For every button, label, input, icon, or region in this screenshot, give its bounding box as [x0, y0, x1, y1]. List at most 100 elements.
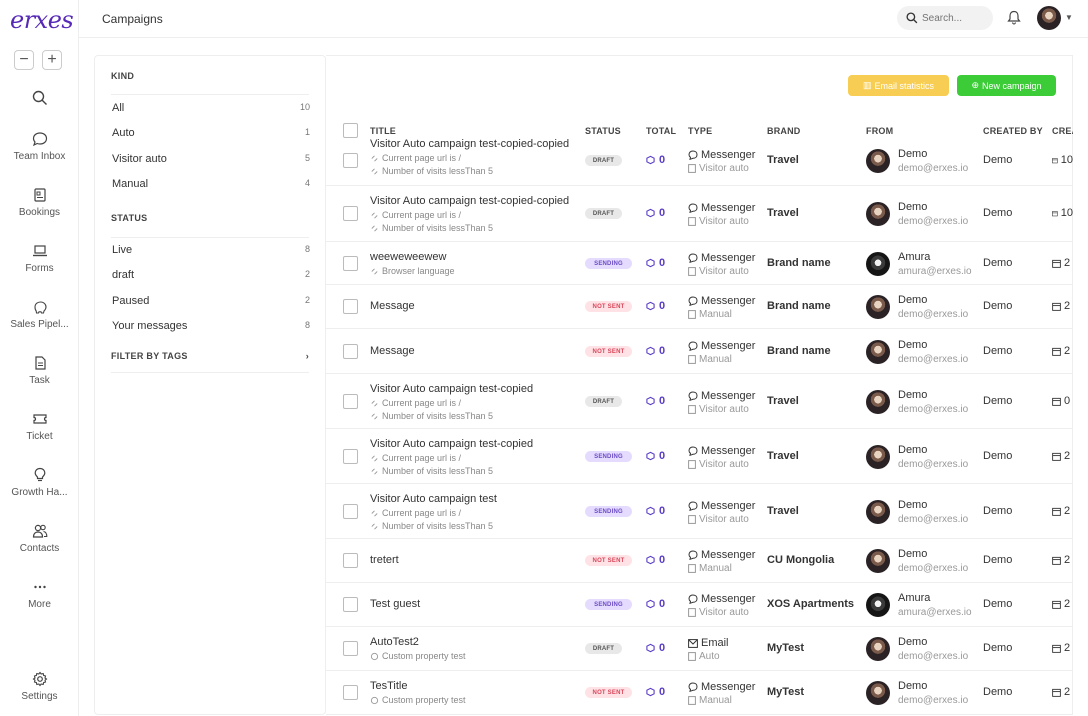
kind-label: Manual [699, 563, 732, 574]
campaign-title[interactable]: Message [370, 300, 415, 312]
document-icon [688, 696, 696, 705]
type-label: Messenger [701, 202, 756, 214]
row-checkbox[interactable] [343, 256, 358, 271]
link-icon [371, 154, 378, 162]
table-row[interactable]: Visitor Auto campaign test-copied-copied… [326, 186, 1073, 242]
zoom-out-button[interactable]: − [14, 50, 34, 70]
filter-kind-auto[interactable]: Auto 1 [112, 127, 310, 139]
nav-search[interactable] [0, 90, 79, 110]
row-checkbox[interactable] [343, 449, 358, 464]
nav-ticket[interactable]: Ticket [0, 411, 79, 442]
nav-growth-hacking[interactable]: Growth Ha... [0, 467, 79, 498]
column-status[interactable]: STATUS [585, 126, 621, 136]
nav-label: Growth Ha... [11, 487, 68, 498]
filter-kind-visitor-auto[interactable]: Visitor auto 5 [112, 153, 310, 165]
brand-name: Travel [767, 395, 799, 407]
filter-status-live[interactable]: Live 8 [112, 244, 310, 256]
nav-team-inbox[interactable]: Team Inbox [0, 131, 79, 162]
rule-label: Number of visits lessThan 5 [382, 223, 494, 233]
table-row[interactable]: Visitor Auto campaign test-copied Current… [326, 374, 1073, 429]
status-badge: NOT SENT [585, 687, 632, 698]
created-by: Demo [983, 598, 1013, 610]
campaign-title[interactable]: weeweweewew [370, 251, 446, 263]
table-row[interactable]: tretert NOT SENT 0 Messenger Manual CU Mongol… [326, 539, 1073, 583]
filter-kind-all[interactable]: All 10 [112, 102, 310, 114]
email-statistics-button[interactable]: ▥ Email statistics [848, 75, 949, 96]
column-created-by[interactable]: CREATED BY [983, 126, 1043, 136]
filter-status-paused[interactable]: Paused 2 [112, 295, 310, 307]
campaign-title[interactable]: Visitor Auto campaign test-copied [370, 383, 533, 395]
filter-status-draft[interactable]: draft 2 [112, 269, 310, 281]
nav-contacts[interactable]: Contacts [0, 523, 79, 554]
row-checkbox[interactable] [343, 344, 358, 359]
from-email: demo@erxes.io [898, 459, 969, 470]
campaign-title[interactable]: Visitor Auto campaign test-copied-copied [370, 195, 569, 207]
table-row[interactable]: Message NOT SENT 0 Messenger Manual Brand nam… [326, 329, 1073, 374]
campaign-title[interactable]: Message [370, 345, 415, 357]
filter-status-your-messages[interactable]: Your messages 8 [112, 320, 310, 332]
table-row[interactable]: Visitor Auto campaign test-copied Current… [326, 429, 1073, 484]
table-row[interactable]: weeweweewew Browser language SENDING 0 Messe… [326, 242, 1073, 285]
row-checkbox[interactable] [343, 553, 358, 568]
nav-task[interactable]: Task [0, 355, 79, 386]
nav-settings[interactable]: Settings [0, 671, 79, 702]
table-row[interactable]: AutoTest2 Custom property test DRAFT 0 Email… [326, 627, 1073, 671]
campaign-kind: Manual [688, 354, 732, 365]
table-row[interactable]: Message NOT SENT 0 Messenger Manual Brand nam… [326, 285, 1073, 329]
column-from[interactable]: FROM [866, 126, 893, 136]
chevron-down-icon[interactable]: ▼ [1065, 13, 1073, 22]
user-avatar[interactable] [1037, 6, 1061, 30]
column-total[interactable]: TOTAL [646, 126, 676, 136]
divider [111, 372, 309, 373]
column-type[interactable]: TYPE [688, 126, 712, 136]
settings-icon [370, 652, 379, 660]
zoom-in-button[interactable]: + [42, 50, 62, 70]
table-row[interactable]: Visitor Auto campaign test-copied-copied… [326, 136, 1073, 186]
total-count: 0 [646, 450, 665, 462]
column-title[interactable]: TITLE [370, 126, 396, 136]
campaign-kind: Manual [688, 309, 732, 320]
new-campaign-button[interactable]: ⊕ New campaign [957, 75, 1056, 96]
type-label: Messenger [701, 340, 756, 352]
search-box[interactable] [897, 6, 993, 30]
campaign-title[interactable]: TesTitle [370, 680, 408, 692]
row-checkbox[interactable] [343, 641, 358, 656]
row-checkbox[interactable] [343, 206, 358, 221]
nav-more[interactable]: More [0, 579, 79, 610]
filter-count: 8 [304, 320, 310, 330]
table-row[interactable]: Visitor Auto campaign test Current page u… [326, 484, 1073, 539]
campaign-kind: Visitor auto [688, 459, 749, 470]
erxes-logo[interactable]: erxes [10, 6, 74, 34]
row-checkbox[interactable] [343, 299, 358, 314]
filter-by-tags-toggle[interactable]: FILTER BY TAGS › [111, 351, 309, 361]
bell-icon[interactable] [1007, 10, 1021, 25]
row-checkbox[interactable] [343, 685, 358, 700]
type-label: Messenger [701, 390, 756, 402]
document-icon [688, 405, 696, 414]
search-input[interactable] [922, 12, 986, 24]
campaign-title[interactable]: Visitor Auto campaign test-copied [370, 438, 533, 450]
filter-kind-manual[interactable]: Manual 4 [112, 178, 310, 190]
brand-name: MyTest [767, 642, 805, 654]
campaign-title[interactable]: tretert [370, 554, 399, 566]
nav-sales-pipeline[interactable]: Sales Pipel... [0, 299, 79, 330]
brand-name: Travel [767, 450, 799, 462]
row-checkbox[interactable] [343, 153, 358, 168]
row-checkbox[interactable] [343, 597, 358, 612]
campaign-type: Messenger [688, 340, 755, 352]
campaign-title[interactable]: Visitor Auto campaign test-copied-copied [370, 138, 569, 150]
nav-forms[interactable]: Forms [0, 243, 79, 274]
column-created-at[interactable]: CREA [1052, 126, 1073, 136]
row-checkbox[interactable] [343, 394, 358, 409]
from-email: amura@erxes.io [898, 266, 972, 277]
rule-label: Current page url is / [382, 398, 462, 408]
column-brand[interactable]: BRAND [767, 126, 801, 136]
table-row[interactable]: Test guest SENDING 0 Messenger Visitor auto X… [326, 583, 1073, 627]
table-row[interactable]: TesTitle Custom property test NOT SENT 0 Mes… [326, 671, 1073, 715]
nav-bookings[interactable]: Bookings [0, 187, 79, 218]
row-checkbox[interactable] [343, 504, 358, 519]
campaign-title[interactable]: Visitor Auto campaign test [370, 493, 497, 505]
rule-text: Current page url is / [370, 153, 461, 163]
campaign-title[interactable]: AutoTest2 [370, 636, 419, 648]
campaign-title[interactable]: Test guest [370, 598, 420, 610]
